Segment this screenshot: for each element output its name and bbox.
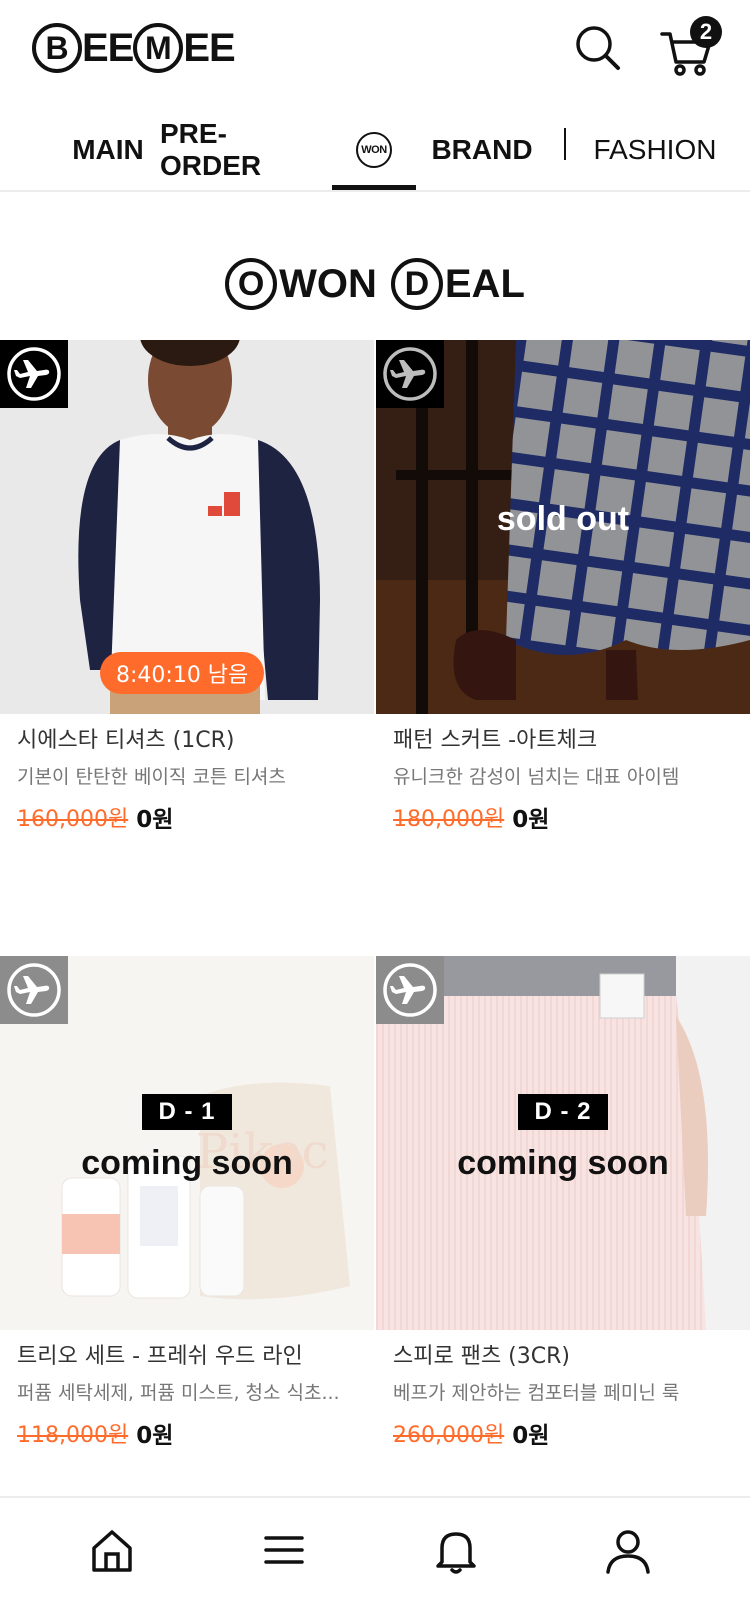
search-icon bbox=[576, 26, 620, 70]
coming-soon-overlay: D - 2 coming soon bbox=[376, 1094, 750, 1183]
product-description: 퍼퓸 세탁세제, 퍼퓸 미스트, 청소 식초... bbox=[17, 1382, 340, 1404]
price-row: 160,000원 0원 bbox=[17, 800, 173, 834]
original-price: 160,000원 bbox=[17, 807, 129, 832]
bell-icon bbox=[436, 1532, 476, 1574]
overseas-shipping-badge bbox=[376, 956, 444, 1024]
product-name[interactable]: 시에스타 티셔츠 (1CR) bbox=[17, 722, 234, 754]
active-tab-indicator bbox=[332, 185, 416, 190]
home-icon bbox=[92, 1530, 132, 1572]
logo-text-ee-2: EE bbox=[183, 26, 235, 70]
cart-count-badge: 2 bbox=[690, 16, 722, 48]
product-description: 유니크한 감성이 넘치는 대표 아이템 bbox=[393, 766, 680, 788]
original-price: 180,000원 bbox=[393, 807, 505, 832]
d-day-badge: D - 1 bbox=[142, 1094, 232, 1130]
nav-tab-fashion[interactable]: FASHION bbox=[594, 108, 717, 192]
original-price: 118,000원 bbox=[17, 1423, 129, 1448]
coming-soon-label: coming soon bbox=[457, 1144, 669, 1182]
bottom-tab-bar bbox=[0, 1496, 750, 1600]
won-icon: WON bbox=[356, 132, 392, 168]
product-image-tshirt[interactable]: 8:40:10 남음 bbox=[0, 340, 374, 714]
category-nav: MAIN PRE-ORDER WON BRAND FASHION bbox=[0, 108, 750, 192]
app-header: B EE M EE 2 bbox=[0, 0, 750, 96]
airplane-icon bbox=[383, 347, 437, 401]
airplane-icon bbox=[7, 347, 61, 401]
title-rest-won: WON bbox=[279, 261, 377, 306]
tab-home[interactable] bbox=[86, 1524, 138, 1576]
nav-divider bbox=[564, 128, 566, 160]
product-name[interactable]: 패턴 스커트 -아트체크 bbox=[393, 722, 597, 754]
tab-menu[interactable] bbox=[258, 1524, 310, 1576]
search-button[interactable] bbox=[572, 22, 624, 74]
product-name[interactable]: 스피로 팬츠 (3CR) bbox=[393, 1338, 570, 1370]
sale-price: 0원 bbox=[512, 807, 550, 833]
beemee-logo[interactable]: B EE M EE bbox=[32, 22, 236, 74]
product-description: 기본이 탄탄한 베이직 코튼 티셔츠 bbox=[17, 766, 286, 788]
airplane-icon bbox=[7, 963, 61, 1017]
nav-tab-main[interactable]: MAIN bbox=[44, 108, 172, 192]
sale-price: 0원 bbox=[512, 1423, 550, 1449]
product-name[interactable]: 트리오 세트 - 프레쉬 우드 라인 bbox=[17, 1338, 303, 1370]
price-row: 180,000원 0원 bbox=[393, 800, 549, 834]
coming-soon-label: coming soon bbox=[81, 1144, 293, 1182]
product-card[interactable]: D - 2 coming soon 스피로 팬츠 (3CR) 베프가 제안하는 … bbox=[376, 956, 750, 1476]
coming-soon-overlay: D - 1 coming soon bbox=[0, 1094, 374, 1183]
sold-out-label: sold out bbox=[496, 500, 630, 538]
product-image-pants[interactable]: D - 2 coming soon bbox=[376, 956, 750, 1330]
section-title: O WON D EAL bbox=[0, 252, 750, 316]
nav-tab-pre-order[interactable]: PRE-ORDER bbox=[160, 108, 320, 192]
product-card[interactable]: sold out 패턴 스커트 -아트체크 유니크한 감성이 넘치는 대표 아이… bbox=[376, 340, 750, 860]
sale-price: 0원 bbox=[136, 1423, 174, 1449]
title-rest-eal: EAL bbox=[444, 261, 525, 306]
product-card[interactable]: 8:40:10 남음 시에스타 티셔츠 (1CR) 기본이 탄탄한 베이직 코튼… bbox=[0, 340, 374, 860]
title-word-owon: O WON bbox=[225, 258, 377, 310]
overseas-shipping-badge bbox=[0, 956, 68, 1024]
logo-letter-m: M bbox=[133, 23, 184, 73]
tab-notifications[interactable] bbox=[430, 1524, 482, 1576]
price-row: 118,000원 0원 bbox=[17, 1416, 173, 1450]
overseas-shipping-badge bbox=[376, 340, 444, 408]
logo-letter-b: B bbox=[32, 23, 82, 73]
nav-tab-brand[interactable]: BRAND bbox=[430, 108, 534, 192]
price-row: 260,000원 0원 bbox=[393, 1416, 549, 1450]
menu-icon bbox=[264, 1536, 304, 1564]
product-description: 베프가 제안하는 컴포터블 페미닌 룩 bbox=[393, 1382, 680, 1404]
user-icon bbox=[606, 1530, 650, 1574]
logo-text-ee: EE bbox=[82, 26, 134, 70]
product-image-detergent-set[interactable]: Pikoc D - 1 coming soon bbox=[0, 956, 374, 1330]
overseas-shipping-badge bbox=[0, 340, 68, 408]
nav-tab-won[interactable]: WON bbox=[332, 108, 416, 192]
deal-timer: 8:40:10 남음 bbox=[100, 652, 265, 694]
title-word-deal: D EAL bbox=[390, 258, 525, 310]
product-image-skirt[interactable]: sold out bbox=[376, 340, 750, 714]
original-price: 260,000원 bbox=[393, 1423, 505, 1448]
title-initial-o: O bbox=[225, 258, 278, 310]
product-card[interactable]: Pikoc D - 1 coming soon 트리오 세트 - 프레쉬 우드 … bbox=[0, 956, 374, 1476]
cart-button[interactable]: 2 bbox=[658, 16, 726, 76]
sale-price: 0원 bbox=[136, 807, 174, 833]
airplane-icon bbox=[383, 963, 437, 1017]
title-initial-d: D bbox=[390, 258, 443, 310]
tab-my-page[interactable] bbox=[602, 1524, 654, 1576]
d-day-badge: D - 2 bbox=[518, 1094, 608, 1130]
